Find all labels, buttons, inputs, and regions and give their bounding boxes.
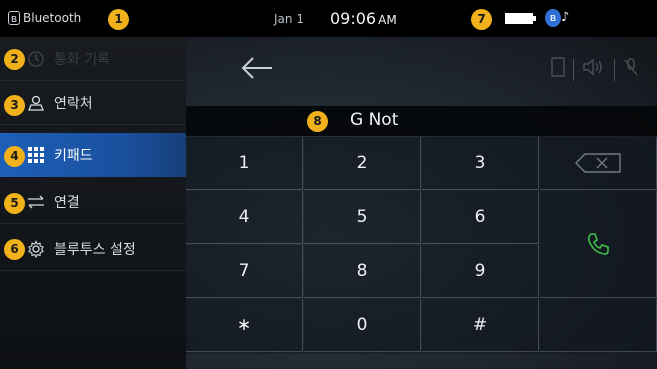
sidebar-item-label: 블루투스 설정 [54,241,136,258]
key-8[interactable]: 8 [304,245,421,298]
key-5[interactable]: 5 [304,191,421,244]
sidebar-item-label: 통화 기록 [54,51,110,68]
call-tools [551,57,639,82]
sidebar-item-label: 연결 [54,194,80,211]
settings-icon [26,239,46,258]
connection-icon [26,193,46,211]
call-icon [585,231,611,257]
status-ampm: AM [378,13,397,27]
battery-icon [505,13,536,24]
sidebar-item-label: 연락처 [54,95,93,112]
status-time: 09:06 AM [330,9,397,28]
keypad-icon [26,146,46,164]
sidebar-item-contacts[interactable]: 연락처 [0,81,186,125]
dialer-panel: G Not 1 2 3 4 5 6 7 8 9 ∗ 0 # [186,37,657,369]
callout-badge-5: 5 [4,193,25,214]
callout-badge-3: 3 [4,95,25,116]
key-7[interactable]: 7 [186,245,303,298]
status-bar: ʙ Bluetooth Jan 1 09:06 AM ʙ ♪ [0,0,657,37]
bluetooth-icon: ʙ [8,11,20,25]
bluetooth-label: Bluetooth [23,11,82,25]
key-0[interactable]: 0 [304,299,421,352]
dialer-top-bar [186,37,657,105]
status-date: Jan 1 [274,12,304,26]
key-star[interactable]: ∗ [186,299,303,352]
divider [573,58,574,81]
sidebar-item-keypad[interactable]: 키패드 [0,133,186,177]
callout-badge-7: 7 [471,9,492,30]
key-2[interactable]: 2 [304,137,421,190]
key-3[interactable]: 3 [422,137,539,190]
sidebar-item-connection[interactable]: 연결 [0,180,186,224]
call-button[interactable] [540,191,657,298]
backspace-icon [575,153,621,173]
callout-badge-8: 8 [307,111,328,132]
keypad-blank-cell [540,299,657,352]
sidebar: 통화 기록 연락처 키패드 연결 블루투스 설정 [0,37,186,369]
sidebar-item-bluetooth-settings[interactable]: 블루투스 설정 [0,227,186,271]
call-history-icon [26,50,46,68]
key-4[interactable]: 4 [186,191,303,244]
callout-badge-2: 2 [4,49,25,70]
sidebar-item-label: 키패드 [54,148,93,164]
keypad-grid: 1 2 3 4 5 6 7 8 9 ∗ 0 # [186,137,657,354]
key-1[interactable]: 1 [186,137,303,190]
callout-badge-6: 6 [4,239,25,260]
speaker-icon[interactable] [582,57,606,82]
bluetooth-audio-icon: ʙ [545,9,561,27]
back-arrow-icon[interactable] [240,55,274,81]
number-display: G Not [186,106,657,136]
key-6[interactable]: 6 [422,191,539,244]
key-hash[interactable]: # [422,299,539,352]
status-time-value: 09:06 [330,9,377,28]
contacts-icon [26,94,46,112]
key-9[interactable]: 9 [422,245,539,298]
callout-badge-4: 4 [4,146,25,167]
mute-mic-icon[interactable] [623,57,639,82]
divider [614,58,615,81]
bluetooth-status: ʙ Bluetooth [8,11,81,25]
dialed-number: G Not [350,110,399,130]
music-note-icon: ♪ [561,10,570,25]
callout-badge-1: 1 [108,9,129,30]
delete-button[interactable] [540,137,657,190]
phone-handset-icon[interactable] [551,57,565,82]
sidebar-item-call-history[interactable]: 통화 기록 [0,37,186,81]
